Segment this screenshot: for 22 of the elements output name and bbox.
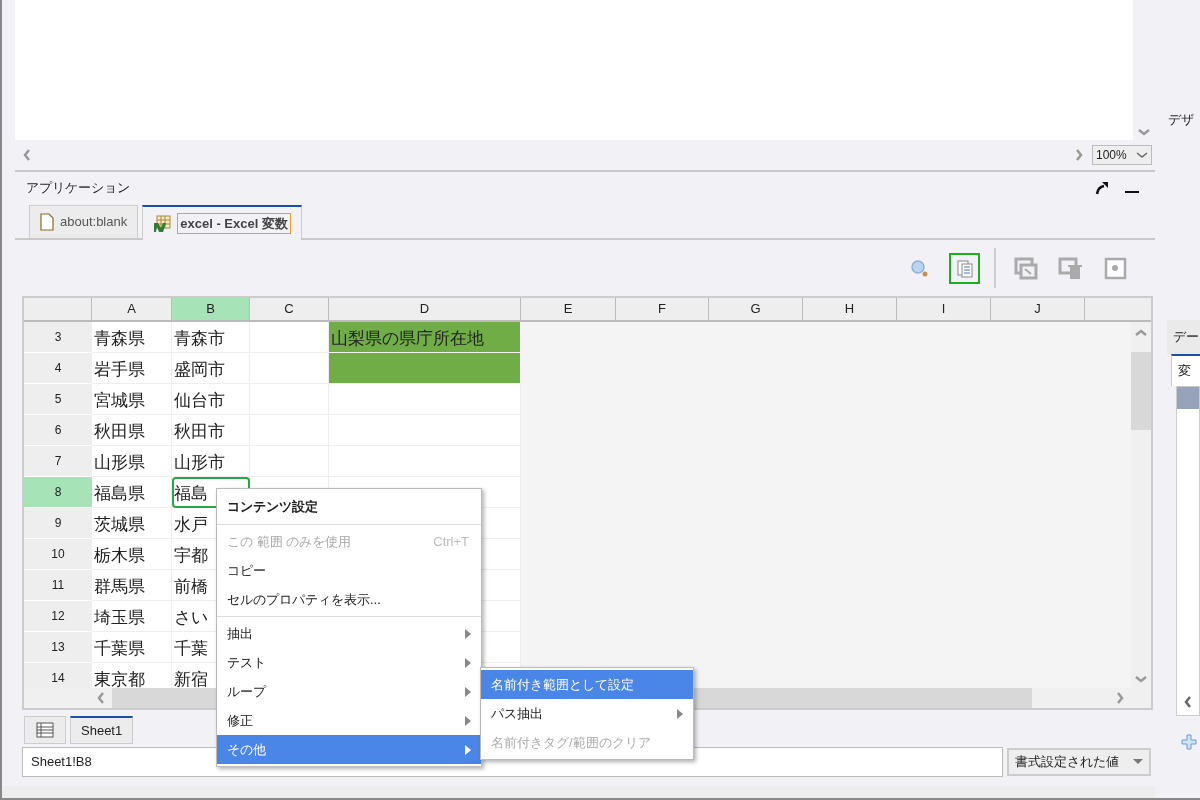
table-cell: 秋田県: [92, 415, 172, 446]
table-cell: 東京都: [92, 663, 172, 688]
table-cell: 山形県: [92, 446, 172, 477]
table-cell: 山形市: [172, 446, 250, 477]
table-cell: 岩手県: [92, 353, 172, 384]
panel-title: デザ: [1168, 111, 1195, 129]
table-cell: 宮城県: [92, 384, 172, 415]
table-cell: 群馬県: [92, 570, 172, 601]
panel-header: デー: [1167, 319, 1200, 354]
shortcut-label: Ctrl+T: [433, 532, 469, 551]
table-cell: 山梨県の県庁所在地: [329, 322, 521, 353]
table-cell: 仙台市: [172, 384, 250, 415]
table-cell: 青森市: [172, 322, 250, 353]
table-cell: 盛岡市: [172, 353, 250, 384]
table-cell: 茨城県: [92, 508, 172, 539]
table-cell: 千葉県: [92, 632, 172, 663]
panel-title: アプリケーション: [26, 179, 130, 198]
table-cell: 秋田市: [172, 415, 250, 446]
table-cell: 福島県: [92, 477, 172, 508]
table-cell: 栃木県: [92, 539, 172, 570]
table-cell: 青森県: [92, 322, 172, 353]
table-cell: 埼玉県: [92, 601, 172, 632]
